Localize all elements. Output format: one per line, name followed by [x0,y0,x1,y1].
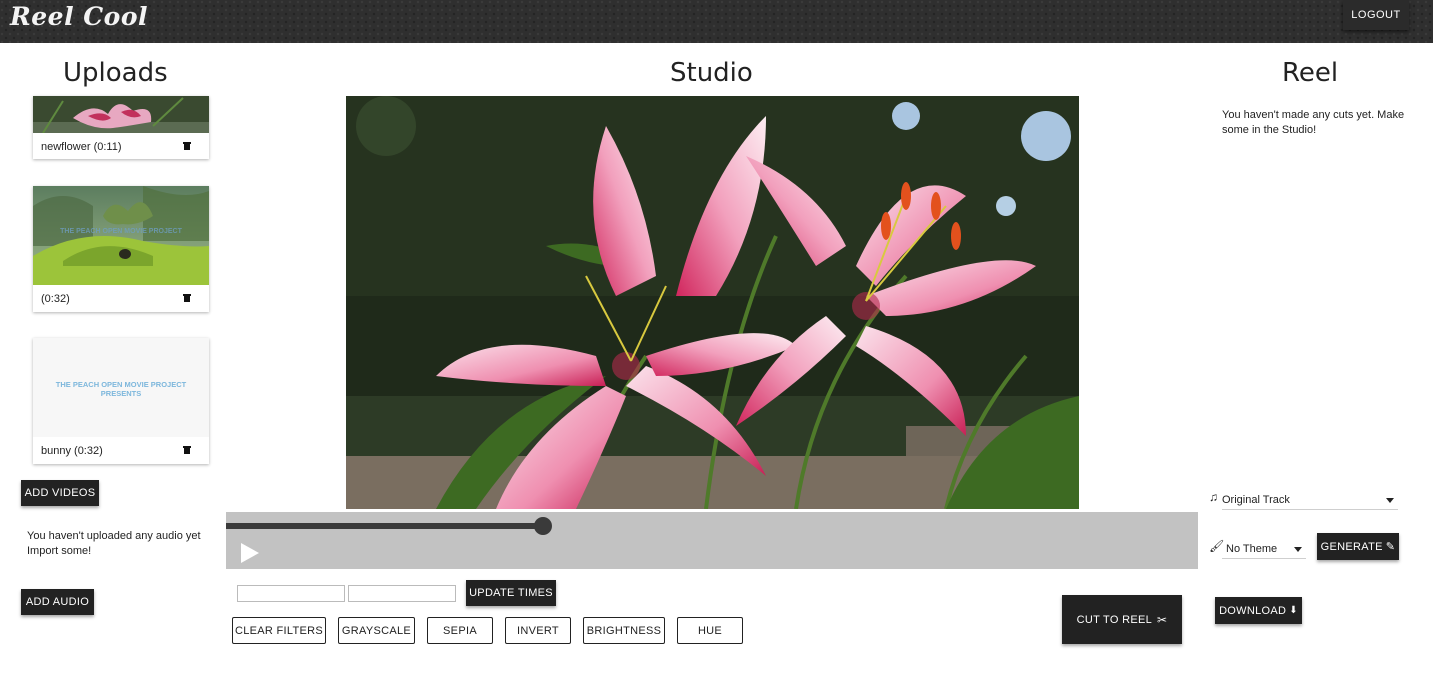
video-thumbnail-flower[interactable] [33,96,209,133]
video-card-movie[interactable]: THE PEACH OPEN MOVIE PROJECT (0:32) [33,186,209,312]
grayscale-button[interactable]: GRAYSCALE [338,617,415,644]
play-icon[interactable] [241,543,259,563]
trash-icon[interactable] [183,446,191,454]
video-title-overlay: THE PEACH OPEN MOVIE PROJECT [60,228,182,235]
reel-empty-message: You haven't made any cuts yet. Make some… [1222,109,1405,136]
clear-filters-button[interactable]: CLEAR FILTERS [232,617,326,644]
video-thumbnail-meadow[interactable] [33,186,209,285]
chevron-down-icon [1294,546,1302,552]
theme-select[interactable]: No Theme [1222,539,1306,559]
download-label: DOWNLOAD [1219,604,1287,617]
video-title-overlay: THE PEACH OPEN MOVIE PROJECT PRESENTS [55,380,187,398]
generate-label: GENERATE [1320,540,1383,553]
chevron-down-icon [1386,497,1394,503]
logout-button[interactable]: LOGOUT [1343,0,1409,30]
add-audio-button[interactable]: ADD AUDIO [21,589,94,615]
hue-button[interactable]: HUE [677,617,743,644]
add-videos-button[interactable]: ADD VIDEOS [21,480,99,506]
download-icon: ⬇ [1289,605,1298,616]
video-caption: bunny (0:32) [41,445,103,457]
download-button[interactable]: DOWNLOAD ⬇ [1215,597,1302,624]
end-time-input[interactable] [348,585,456,602]
video-card-bunny[interactable]: THE PEACH OPEN MOVIE PROJECT PRESENTS bu… [33,338,209,464]
sepia-button[interactable]: SEPIA [427,617,493,644]
brightness-button[interactable]: BRIGHTNESS [583,617,665,644]
music-note-icon: ♫ [1209,490,1218,504]
cut-to-reel-button[interactable]: CUT TO REEL ✂ [1062,595,1182,644]
app-logo[interactable]: Reel Cool [10,2,148,31]
trash-icon[interactable] [183,142,191,150]
audio-empty-message: You haven't uploaded any audio yet Impor… [27,530,201,557]
audio-track-select[interactable]: Original Track [1222,490,1398,510]
trash-icon[interactable] [183,294,191,302]
studio-heading: Studio [670,58,753,88]
seek-progress [226,523,543,529]
top-navbar: Reel Cool LOGOUT [0,0,1433,43]
video-controls-bar [226,512,1198,569]
update-times-button[interactable]: UPDATE TIMES [466,580,556,606]
magic-wand-icon: ✎ [1385,541,1396,553]
cut-to-reel-label: CUT TO REEL [1076,613,1153,626]
video-caption: newflower (0:11) [41,141,122,153]
start-time-input[interactable] [237,585,345,602]
studio-video-player[interactable] [346,96,1079,509]
seek-handle[interactable] [534,517,552,535]
generate-button[interactable]: GENERATE ✎ [1317,533,1399,560]
video-card-newflower[interactable]: newflower (0:11) [33,96,209,159]
uploads-heading: Uploads [63,58,168,88]
audio-track-value: Original Track [1222,493,1290,506]
theme-value: No Theme [1226,542,1278,555]
reel-heading: Reel [1282,58,1339,88]
video-caption: (0:32) [41,293,70,305]
scissors-icon: ✂ [1157,612,1168,627]
invert-button[interactable]: INVERT [505,617,571,644]
